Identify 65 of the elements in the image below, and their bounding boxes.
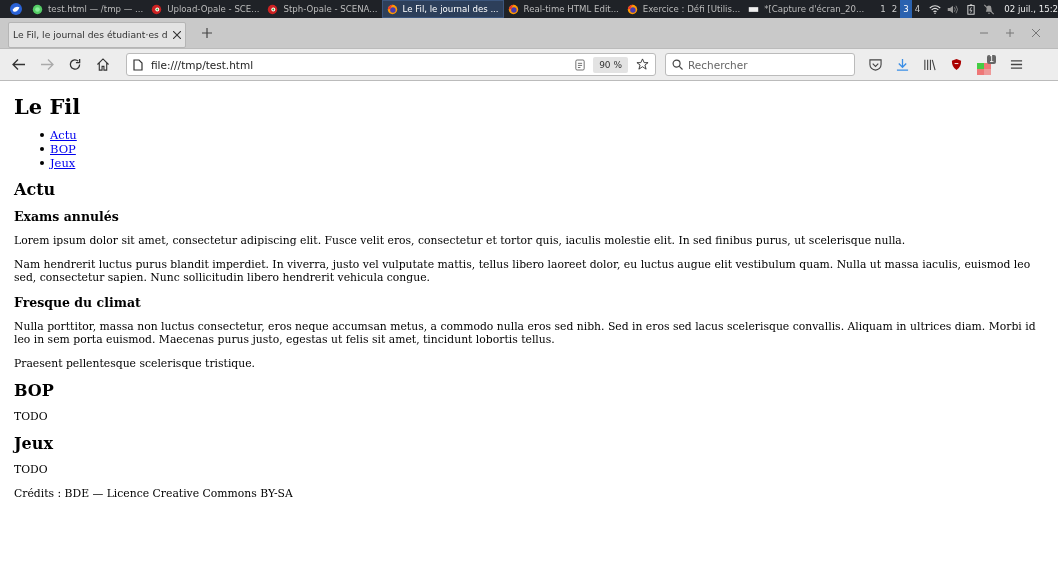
menu-logo-icon[interactable] xyxy=(10,3,22,15)
zoom-level-button[interactable]: 90 % xyxy=(593,56,628,73)
battery-icon[interactable] xyxy=(965,3,978,15)
taskbar-button[interactable]: Upload-Opale - SCE... xyxy=(147,0,264,18)
shield-icon[interactable] xyxy=(950,58,963,71)
taskbar-button[interactable]: *[Capture d'écran_20... xyxy=(744,0,869,18)
nav-link[interactable]: BOP xyxy=(50,142,76,156)
taskbar-button[interactable]: Exercice : Défi [Utilis... xyxy=(622,0,745,18)
section-heading: Actu xyxy=(14,180,57,199)
section-heading: BOP xyxy=(14,381,55,400)
extension-icon xyxy=(977,60,991,75)
close-icon[interactable] xyxy=(1032,29,1040,37)
bullet-icon xyxy=(40,133,44,137)
plus-icon[interactable] xyxy=(202,28,212,38)
reload-icon[interactable] xyxy=(68,58,82,71)
library-icon[interactable] xyxy=(923,58,936,71)
taskbar-button[interactable]: test.html — /tmp — ... xyxy=(28,0,148,18)
browser-tab[interactable]: Le Fil, le journal des étudiant·es d xyxy=(8,21,186,48)
star-icon[interactable] xyxy=(636,58,649,71)
paragraph: TODO xyxy=(14,463,49,476)
paragraph: Nam hendrerit luctus purus blandit imperdiet. In viverra, justo vel vulputate mattis, tellus libero laoreet dolor, eu luctus augue elit vestibulum quam. Nulla ut massa iaculis, euismod leo sed, consectetur sapien. Nunc sollicitudin libero hendrerit vehicula congue. xyxy=(14,258,1032,284)
url-text: file:///tmp/test.html xyxy=(151,58,255,71)
fox-icon xyxy=(626,3,638,15)
workspace-button[interactable]: 4 xyxy=(911,0,924,18)
paragraph: Lorem ipsum dolor sit amet, consectetur adipiscing elit. Fusce velit eros, consectetur et tortor quis, iaculis molestie elit. In sed finibus purus, ut scelerisque nulla. xyxy=(14,234,907,247)
pocket-icon[interactable] xyxy=(869,58,882,71)
paragraph: TODO xyxy=(14,410,49,423)
nav-link[interactable]: Jeux xyxy=(50,156,76,170)
menu-icon[interactable] xyxy=(1010,58,1023,71)
count-badge: 1 xyxy=(986,54,996,64)
paragraph: Nulla porttitor, massa non luctus consectetur, eros neque accumsan metus, a commodo nulla eros sed nibh. Sed in eros sed lacus scelerisque convallis. Aliquam in ultrices diam. Morbi id leo in sem porta euismod. Maecenas purus justo, egestas ut felis sit amet, tincidunt lobortis tellus. xyxy=(14,320,1037,346)
workspace-button[interactable]: 1 xyxy=(877,0,889,18)
speaker-icon[interactable] xyxy=(947,3,960,15)
fox-icon xyxy=(386,3,398,15)
footer-text: Crédits : BDE — Licence Creative Commons BY-SA xyxy=(14,487,294,500)
app-icon xyxy=(151,3,163,15)
article-heading: Exams annulés xyxy=(14,209,120,224)
download-icon[interactable] xyxy=(896,58,909,71)
taskbar-button[interactable]: Real-time HTML Edit... xyxy=(503,0,623,18)
section-heading: Jeux xyxy=(14,434,55,453)
page-icon xyxy=(133,58,143,71)
back-arrow-icon[interactable] xyxy=(12,58,26,71)
bullet-icon xyxy=(40,161,44,165)
app-icon xyxy=(32,3,43,15)
muted-bell-icon[interactable] xyxy=(983,3,996,15)
address-bar[interactable]: file:///tmp/test.html 90 % xyxy=(126,53,656,76)
article-heading: Fresque du climat xyxy=(14,295,142,310)
workspace-button[interactable]: 3 xyxy=(900,0,912,18)
taskbar-button[interactable]: Stph-Opale - SCENA... xyxy=(263,0,382,18)
bullet-icon xyxy=(40,147,44,151)
page-title: Le Fil xyxy=(14,95,82,119)
search-field[interactable]: Rechercher xyxy=(665,53,855,76)
paragraph: Praesent pellentesque scelerisque tristique. xyxy=(14,357,257,370)
search-icon xyxy=(672,59,683,70)
fox-icon xyxy=(507,3,519,15)
nav-link[interactable]: Actu xyxy=(50,128,77,142)
workspace-button[interactable]: 2 xyxy=(888,0,901,18)
extension-button[interactable]: 1 xyxy=(977,54,996,75)
reader-view-icon[interactable] xyxy=(575,58,586,71)
clock[interactable]: 02 juil., 15:2 xyxy=(1004,4,1058,14)
taskbar-button[interactable]: Le Fil, le journal des ... xyxy=(381,0,504,18)
app-icon xyxy=(267,3,279,15)
home-icon[interactable] xyxy=(96,58,110,71)
close-tab-icon[interactable] xyxy=(173,30,181,39)
wifi-icon[interactable] xyxy=(929,3,942,15)
